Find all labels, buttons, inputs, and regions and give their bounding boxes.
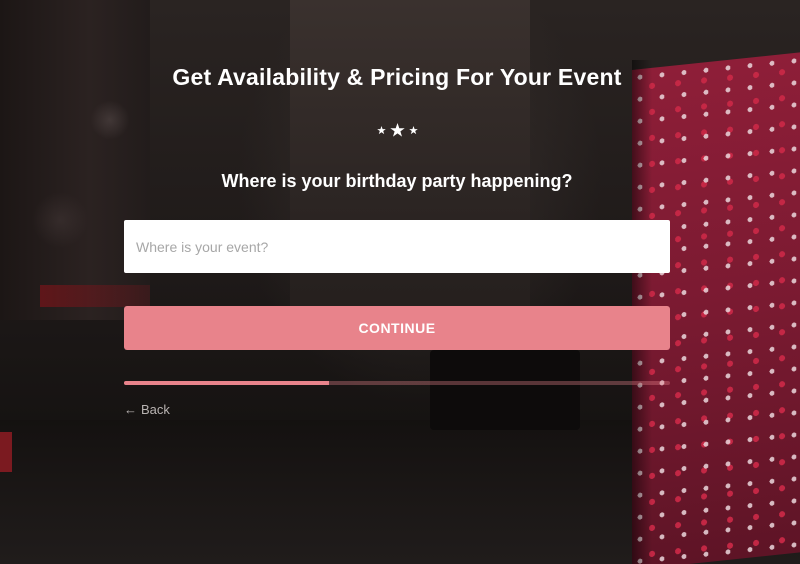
background-photo: Get Availability & Pricing For Your Even… <box>0 0 800 564</box>
small-star-icon <box>409 126 418 135</box>
three-stars-icon <box>376 121 420 139</box>
event-location-input[interactable] <box>124 220 670 273</box>
question-heading: Where is your birthday party happening? <box>221 171 573 191</box>
background-red-object <box>0 432 12 472</box>
background-red-shelf <box>40 285 150 307</box>
stars-svg <box>377 123 418 137</box>
back-link-label: Back <box>141 402 170 417</box>
continue-button[interactable]: CONTINUE <box>124 306 670 350</box>
large-star-icon <box>390 123 405 137</box>
progress-bar <box>124 381 670 385</box>
progress-bar-fill <box>124 381 329 385</box>
background-doorway <box>290 0 530 340</box>
page-title: Get Availability & Pricing For Your Even… <box>172 64 622 90</box>
background-table <box>430 350 580 430</box>
left-arrow-icon: ← <box>124 402 137 417</box>
back-link[interactable]: ← Back <box>124 402 170 417</box>
small-star-icon <box>377 126 386 135</box>
